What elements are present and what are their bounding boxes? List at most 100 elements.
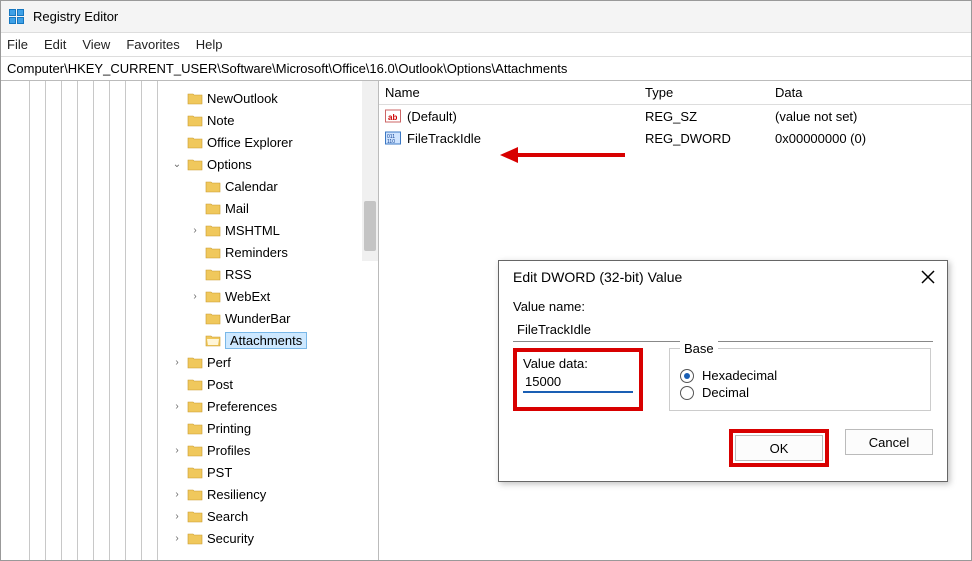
tree-item-post[interactable]: Post: [171, 373, 378, 395]
col-header-data[interactable]: Data: [775, 85, 971, 100]
value-data-label: Value data:: [523, 356, 633, 371]
menu-favorites[interactable]: Favorites: [126, 37, 179, 52]
tree-label: Printing: [207, 421, 251, 436]
tree-item-security[interactable]: ›Security: [171, 527, 378, 549]
base-group: Base Hexadecimal Decimal: [669, 348, 931, 411]
folder-icon: [205, 201, 221, 215]
tree-label: Resiliency: [207, 487, 266, 502]
tree-item-wunderbar[interactable]: WunderBar: [189, 307, 378, 329]
folder-icon: [187, 113, 203, 127]
tree-label: Options: [207, 157, 252, 172]
chevron-right-icon[interactable]: ›: [189, 291, 201, 302]
tree-item-perf[interactable]: › Perf: [171, 351, 378, 373]
value-name: FileTrackIdle: [407, 131, 645, 146]
tree-label: MSHTML: [225, 223, 280, 238]
value-data: (value not set): [775, 109, 971, 124]
menu-file[interactable]: File: [7, 37, 28, 52]
radio-label: Hexadecimal: [702, 368, 777, 383]
folder-icon: [205, 245, 221, 259]
chevron-down-icon[interactable]: ⌄: [171, 159, 183, 170]
folder-icon: [205, 179, 221, 193]
chevron-right-icon[interactable]: ›: [171, 533, 183, 544]
tree-item-note[interactable]: Note: [171, 109, 378, 131]
value-type: REG_DWORD: [645, 131, 775, 146]
folder-icon: [187, 531, 203, 545]
scrollbar-thumb[interactable]: [364, 201, 376, 251]
value-data-input[interactable]: [523, 371, 633, 393]
value-row-filetrackidle[interactable]: 011110 FileTrackIdle REG_DWORD 0x0000000…: [379, 127, 971, 149]
tree-label: Office Explorer: [207, 135, 293, 150]
radio-icon: [680, 386, 694, 400]
tree-item-resiliency[interactable]: › Resiliency: [171, 483, 378, 505]
tree-item-office-explorer[interactable]: Office Explorer: [171, 131, 378, 153]
tree-item-pst[interactable]: PST: [171, 461, 378, 483]
address-bar[interactable]: Computer\HKEY_CURRENT_USER\Software\Micr…: [1, 57, 971, 81]
tree-item-calendar[interactable]: Calendar: [189, 175, 378, 197]
menu-help[interactable]: Help: [196, 37, 223, 52]
tree-label: Mail: [225, 201, 249, 216]
chevron-right-icon[interactable]: ›: [171, 445, 183, 456]
tree-label: PST: [207, 465, 232, 480]
tree-item-reminders[interactable]: Reminders: [189, 241, 378, 263]
value-type: REG_SZ: [645, 109, 775, 124]
tree-label: NewOutlook: [207, 91, 278, 106]
tree-item-mshtml[interactable]: › MSHTML: [189, 219, 378, 241]
registry-tree[interactable]: NewOutlook Note Office Explorer ⌄ Options…: [1, 81, 378, 555]
folder-icon: [187, 487, 203, 501]
folder-icon: [187, 443, 203, 457]
folder-icon: [205, 289, 221, 303]
ok-button[interactable]: OK: [735, 435, 823, 461]
tree-item-profiles[interactable]: ›Profiles: [171, 439, 378, 461]
chevron-right-icon[interactable]: ›: [171, 401, 183, 412]
folder-icon: [187, 91, 203, 105]
folder-icon: [187, 421, 203, 435]
tree-item-search[interactable]: › Search: [171, 505, 378, 527]
col-header-name[interactable]: Name: [385, 85, 645, 100]
list-header: Name Type Data: [379, 81, 971, 105]
tree-item-webext[interactable]: ›WebExt: [189, 285, 378, 307]
tree-label: WunderBar: [225, 311, 291, 326]
radio-icon: [680, 369, 694, 383]
svg-text:110: 110: [387, 139, 395, 145]
folder-icon: [187, 509, 203, 523]
string-value-icon: ab: [385, 108, 401, 124]
close-icon[interactable]: [921, 270, 935, 284]
menu-view[interactable]: View: [82, 37, 110, 52]
chevron-right-icon[interactable]: ›: [189, 225, 201, 236]
tree-item-mail[interactable]: Mail: [189, 197, 378, 219]
tree-label: Attachments: [225, 332, 307, 349]
svg-text:ab: ab: [388, 113, 397, 122]
value-row-default[interactable]: ab (Default) REG_SZ (value not set): [379, 105, 971, 127]
dialog-title-bar[interactable]: Edit DWORD (32-bit) Value: [499, 261, 947, 291]
menu-edit[interactable]: Edit: [44, 37, 66, 52]
folder-icon: [187, 135, 203, 149]
folder-icon: [187, 399, 203, 413]
tree-item-attachments[interactable]: Attachments: [189, 329, 378, 351]
tree-item-options[interactable]: ⌄ Options: [171, 153, 378, 175]
chevron-right-icon[interactable]: ›: [171, 489, 183, 500]
tree-item-rss[interactable]: RSS: [189, 263, 378, 285]
folder-icon: [187, 157, 203, 171]
value-data-highlight: Value data:: [513, 348, 643, 411]
tree-label: Perf: [207, 355, 231, 370]
window-title: Registry Editor: [33, 9, 118, 24]
value-name-input[interactable]: [513, 318, 933, 342]
radio-hexadecimal[interactable]: Hexadecimal: [680, 368, 920, 383]
tree-item-newoutlook[interactable]: NewOutlook: [171, 87, 378, 109]
chevron-right-icon[interactable]: ›: [171, 511, 183, 522]
dialog-title: Edit DWORD (32-bit) Value: [513, 269, 682, 285]
tree-label: Search: [207, 509, 248, 524]
radio-decimal[interactable]: Decimal: [680, 385, 920, 400]
tree-item-preferences[interactable]: › Preferences: [171, 395, 378, 417]
tree-label: Post: [207, 377, 233, 392]
tree-label: RSS: [225, 267, 252, 282]
menu-bar: File Edit View Favorites Help: [1, 33, 971, 57]
tree-label: Preferences: [207, 399, 277, 414]
col-header-type[interactable]: Type: [645, 85, 775, 100]
dialog-button-row: OK Cancel: [499, 429, 947, 467]
regedit-app-icon: [9, 9, 25, 25]
tree-scrollbar[interactable]: [362, 81, 378, 261]
chevron-right-icon[interactable]: ›: [171, 357, 183, 368]
cancel-button[interactable]: Cancel: [845, 429, 933, 455]
tree-item-printing[interactable]: Printing: [171, 417, 378, 439]
